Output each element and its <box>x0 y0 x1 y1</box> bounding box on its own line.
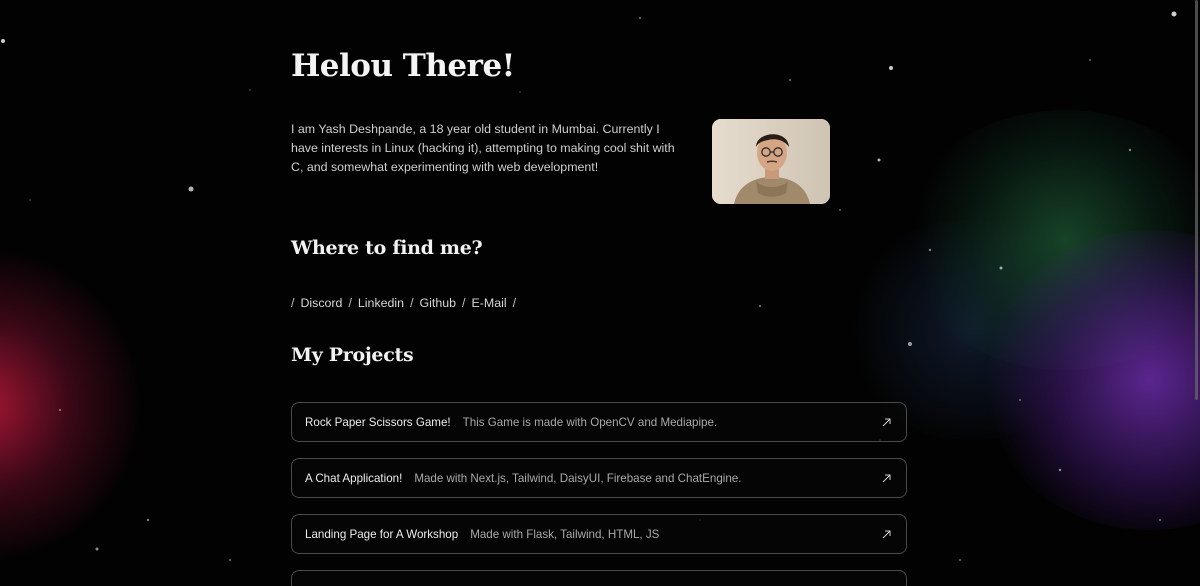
background-glow-purple <box>980 230 1200 530</box>
profile-photo-illustration <box>712 119 830 204</box>
project-description: This Game is made with OpenCV and Mediap… <box>462 415 718 429</box>
discord-link[interactable]: Discord <box>300 296 342 310</box>
link-separator: / <box>462 296 466 310</box>
external-arrow-icon <box>880 528 892 540</box>
project-card-chat-application[interactable]: A Chat Application! Made with Next.js, T… <box>291 458 907 498</box>
project-card-workshop-landing[interactable]: Landing Page for A Workshop Made with Fl… <box>291 514 907 554</box>
project-name: A Chat Application! <box>305 471 403 485</box>
project-card-partial[interactable] <box>291 570 907 586</box>
social-links: / Discord / Linkedin / Github / E-Mail / <box>291 296 522 310</box>
background-glow-red <box>0 250 140 560</box>
page-title: Helou There! <box>291 48 515 84</box>
project-description: Made with Next.js, Tailwind, DaisyUI, Fi… <box>414 471 742 485</box>
link-separator: / <box>291 296 295 310</box>
linkedin-link[interactable]: Linkedin <box>358 296 404 310</box>
link-separator: / <box>348 296 352 310</box>
project-description: Made with Flask, Tailwind, HTML, JS <box>470 527 660 541</box>
profile-photo <box>712 119 830 204</box>
email-link[interactable]: E-Mail <box>472 296 507 310</box>
project-name: Rock Paper Scissors Game! <box>305 415 451 429</box>
external-arrow-icon <box>880 472 892 484</box>
background-stars <box>1 11 1177 561</box>
external-arrow-icon <box>880 416 892 428</box>
github-link[interactable]: Github <box>420 296 457 310</box>
projects-heading: My Projects <box>291 344 414 366</box>
link-separator: / <box>512 296 517 310</box>
project-name: Landing Page for A Workshop <box>305 527 459 541</box>
background-glow-green <box>900 110 1200 370</box>
project-card-rock-paper-scissors[interactable]: Rock Paper Scissors Game! This Game is m… <box>291 402 907 442</box>
page: Helou There! I am Yash Deshpande, a 18 y… <box>0 0 1200 586</box>
scrollbar[interactable] <box>1195 0 1198 400</box>
find-me-heading: Where to find me? <box>291 237 483 259</box>
intro-paragraph: I am Yash Deshpande, a 18 year old stude… <box>291 122 675 174</box>
link-separator: / <box>410 296 414 310</box>
